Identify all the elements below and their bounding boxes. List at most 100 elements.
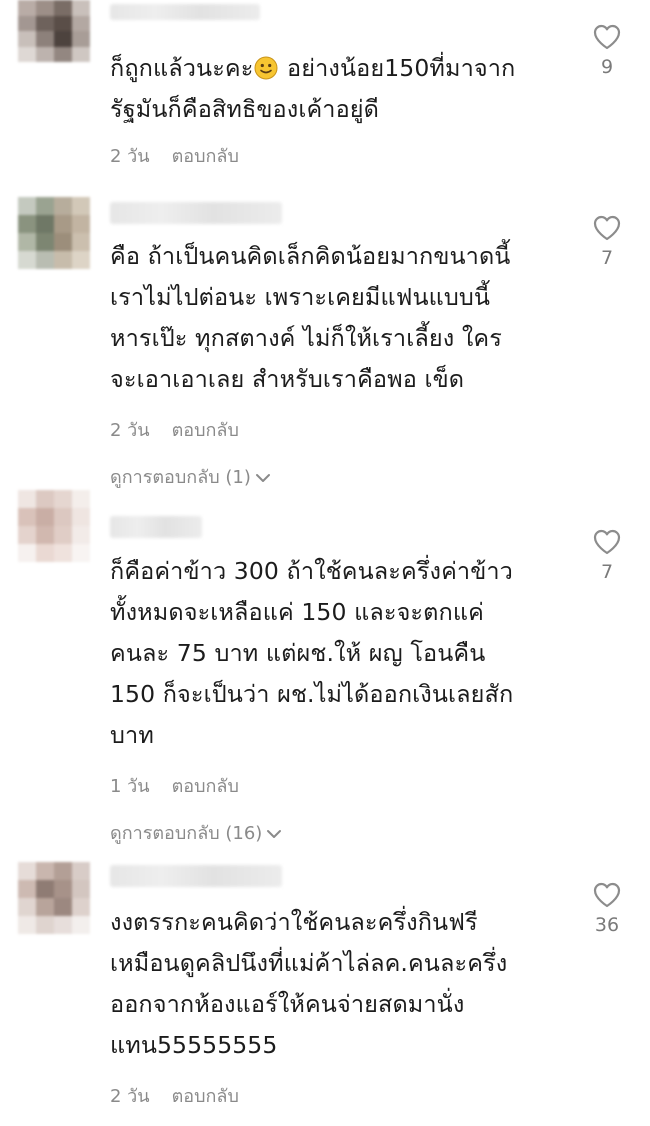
comment-meta: 2 วัน ตอบกลับ	[110, 141, 239, 170]
username[interactable]	[110, 865, 282, 887]
avatar-pixel	[18, 898, 36, 916]
slightly-smiling-face-emoji	[254, 56, 278, 80]
avatar-pixel	[18, 490, 36, 508]
avatar-pixel	[72, 490, 90, 508]
avatar-pixel	[72, 0, 90, 16]
avatar-pixel	[54, 508, 72, 526]
avatar[interactable]	[18, 490, 90, 562]
view-replies-button[interactable]: ดูการตอบกลับ (1)	[110, 462, 271, 491]
comment-time: 1 วัน	[110, 776, 150, 797]
comment-text-line: อย่างน้อย150ที่มาจาก	[279, 54, 516, 82]
avatar-pixel	[36, 197, 54, 215]
like-count: 7	[600, 247, 614, 269]
comment-text: งงตรรกะคนคิดว่าใช้คนละครึ่งกินฟรี เหมือน…	[110, 902, 580, 1066]
avatar-pixel	[72, 916, 90, 934]
heart-icon	[593, 215, 621, 241]
avatar-pixel	[18, 526, 36, 544]
avatar-pixel	[54, 490, 72, 508]
heart-icon	[593, 882, 621, 908]
view-replies-button[interactable]: ดูการตอบกลับ (16)	[110, 818, 282, 847]
avatar[interactable]	[18, 0, 90, 62]
avatar-pixel	[18, 197, 36, 215]
comment-text-line: ก็ถูกแล้วนะคะ	[110, 54, 254, 82]
comment-text-line: แทน55555555	[110, 1031, 278, 1059]
comment-text-line: คือ ถ้าเป็นคนคิดเล็กคิดน้อยมากขนาดนี้	[110, 242, 511, 270]
avatar-pixel	[54, 916, 72, 934]
username[interactable]	[110, 4, 260, 20]
avatar-pixel	[18, 0, 36, 16]
avatar-pixel	[18, 251, 36, 269]
reply-button[interactable]: ตอบกลับ	[172, 420, 239, 441]
avatar-pixel	[36, 508, 54, 526]
avatar-pixel	[54, 233, 72, 251]
like-button[interactable]: 7	[582, 529, 632, 583]
avatar-pixel	[54, 880, 72, 898]
avatar-pixel	[54, 898, 72, 916]
avatar-pixel	[18, 233, 36, 251]
avatar-pixel	[54, 544, 72, 562]
avatar[interactable]	[18, 862, 90, 934]
avatar-pixel	[36, 862, 54, 880]
avatar-pixel	[18, 15, 36, 31]
comment-text-line: เราไม่ไปต่อนะ เพราะเคยมีแฟนแบบนี้	[110, 283, 491, 311]
avatar-pixel	[36, 0, 54, 16]
avatar-pixel	[72, 251, 90, 269]
avatar-pixel	[54, 31, 72, 47]
avatar-pixel	[36, 233, 54, 251]
chevron-down-icon	[267, 830, 282, 838]
avatar-pixel	[36, 251, 54, 269]
comment-time: 2 วัน	[110, 420, 150, 441]
avatar-pixel	[72, 898, 90, 916]
like-count: 7	[600, 561, 614, 583]
avatar-pixel	[36, 31, 54, 47]
reply-button[interactable]: ตอบกลับ	[172, 146, 239, 167]
username[interactable]	[110, 202, 282, 224]
comment-text: ก็ถูกแล้วนะคะ อย่างน้อย150ที่มาจาก รัฐมั…	[110, 48, 580, 130]
view-replies-label: ดูการตอบกลับ (16)	[110, 823, 263, 844]
avatar-pixel	[72, 508, 90, 526]
avatar-pixel	[72, 233, 90, 251]
avatar-pixel	[36, 526, 54, 544]
avatar-pixel	[36, 15, 54, 31]
comment-text: ก็คือค่าข้าว 300 ถ้าใช้คนละครึ่งค่าข้าว …	[110, 551, 580, 756]
avatar-pixel	[72, 862, 90, 880]
avatar-pixel	[18, 544, 36, 562]
comment-text-line: หารเป๊ะ ทุกสตางค์ ไม่ก็ให้เราเลี้ยง ใคร	[110, 324, 502, 352]
avatar-pixel	[18, 880, 36, 898]
like-count: 36	[594, 914, 620, 936]
comment-text-line: ออกจากห้องแอร์ให้คนจ่ายสดมานั่ง	[110, 990, 465, 1018]
comment-text-line: เหมือนดูคลิปนึงที่แม่ค้าไล่ลค.คนละครึ่ง	[110, 949, 508, 977]
avatar-pixel	[36, 916, 54, 934]
comment-text-line: จะเอาเอาเลย สำหรับเราคือพอ เข็ด	[110, 365, 465, 393]
reply-button[interactable]: ตอบกลับ	[172, 776, 239, 797]
avatar-pixel	[54, 197, 72, 215]
comment-meta: 2 วัน ตอบกลับ	[110, 415, 239, 444]
avatar-pixel	[72, 880, 90, 898]
reply-button[interactable]: ตอบกลับ	[172, 1086, 239, 1107]
avatar-pixel	[36, 898, 54, 916]
avatar-pixel	[36, 215, 54, 233]
like-button[interactable]: 36	[582, 882, 632, 936]
comment-text-line: บาท	[110, 721, 154, 749]
comment-text-line: รัฐมันก็คือสิทธิของเค้าอยู่ดี	[110, 95, 380, 123]
comment-text-line: 150 ก็จะเป็นว่า ผช.ไม่ได้ออกเงินเลยสัก	[110, 680, 514, 708]
like-button[interactable]: 9	[582, 24, 632, 78]
avatar[interactable]	[18, 197, 90, 269]
avatar-pixel	[54, 251, 72, 269]
comment-text-line: ทั้งหมดจะเหลือแค่ 150 และจะตกแค่	[110, 598, 484, 626]
avatar-pixel	[36, 46, 54, 62]
view-replies-label: ดูการตอบกลับ (1)	[110, 467, 251, 488]
comment-text-line: ก็คือค่าข้าว 300 ถ้าใช้คนละครึ่งค่าข้าว	[110, 557, 513, 585]
avatar-pixel	[54, 215, 72, 233]
avatar-pixel	[18, 508, 36, 526]
avatar-pixel	[36, 544, 54, 562]
like-button[interactable]: 7	[582, 215, 632, 269]
comment-time: 2 วัน	[110, 1086, 150, 1107]
avatar-pixel	[54, 862, 72, 880]
comment-time: 2 วัน	[110, 146, 150, 167]
like-count: 9	[600, 56, 614, 78]
avatar-pixel	[72, 31, 90, 47]
avatar-pixel	[72, 197, 90, 215]
avatar-pixel	[54, 46, 72, 62]
username[interactable]	[110, 516, 202, 538]
